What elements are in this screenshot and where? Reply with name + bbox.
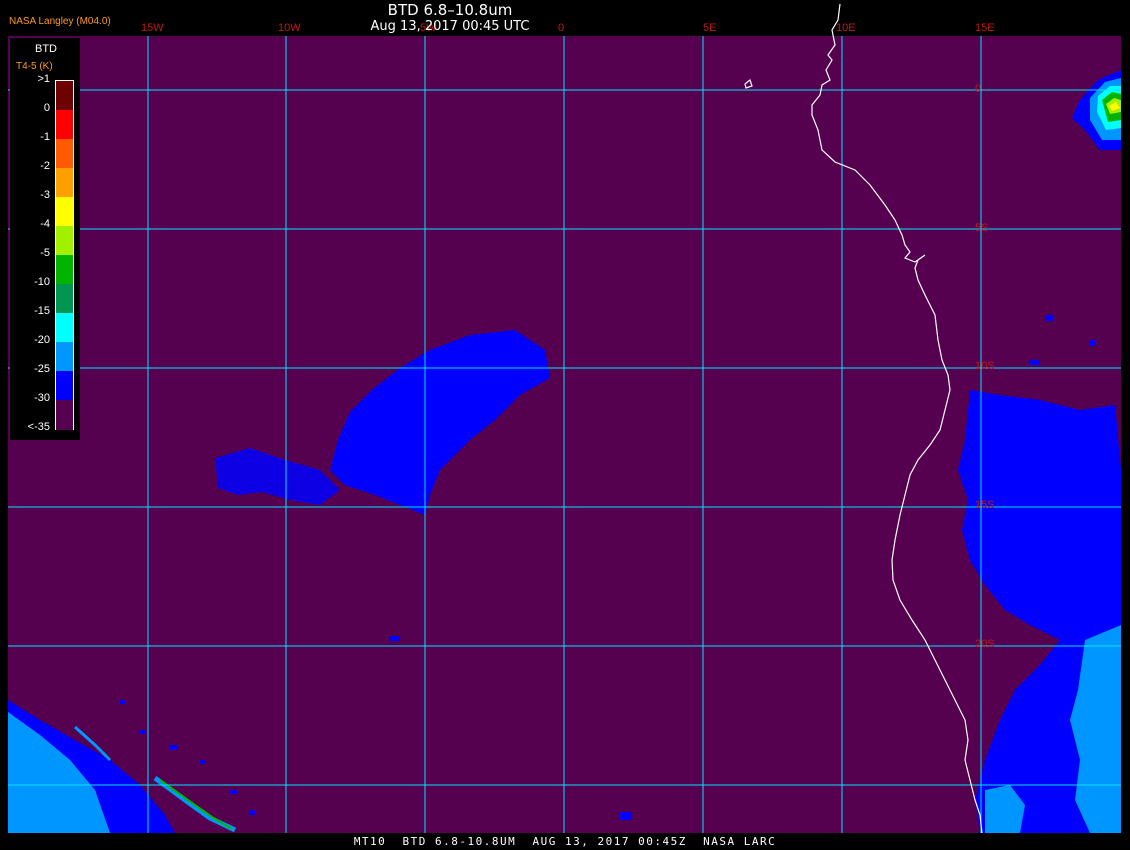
legend-swatch: [56, 284, 73, 314]
legend-swatch: [56, 255, 73, 285]
btd-map[interactable]: [0, 0, 1130, 850]
legend-tick-label: -30: [34, 392, 50, 404]
legend-tick-label: -25: [34, 363, 50, 375]
legend-swatch: [56, 313, 73, 343]
legend-tick-label: -20: [34, 334, 50, 346]
lat-label-15s: 15S: [975, 499, 995, 511]
legend-swatch: [56, 110, 73, 140]
product-title: BTD 6.8–10.8um: [387, 1, 513, 19]
legend-tick-label: -4: [40, 218, 50, 230]
legend-tick-label: <-35: [27, 421, 50, 433]
legend-tick-label: -2: [40, 160, 50, 172]
legend-tick-label: -15: [34, 305, 50, 317]
legend-swatch: [56, 81, 73, 111]
lon-label-15e: 15E: [975, 22, 995, 34]
legend-subtitle: T4-5 (K): [16, 61, 53, 72]
legend-tick-label: -5: [40, 247, 50, 259]
footer-caption: MT10 BTD 6.8-10.8UM AUG 13, 2017 00:45Z …: [353, 835, 777, 848]
legend-tick-label: >1: [37, 73, 50, 85]
lat-label-20s: 20S: [975, 638, 995, 650]
legend-swatch: [56, 139, 73, 169]
lat-label-10s: 10S: [975, 360, 995, 372]
legend-swatch: [56, 197, 73, 227]
legend-tick-label: -3: [40, 189, 50, 201]
producer-label: NASA Langley (M04.0): [9, 16, 111, 27]
satellite-image-viewer: 15W 10W 5W 0 5E 10E 15E 0 5S 10S 15S 20S…: [0, 0, 1130, 850]
legend-swatch: [56, 168, 73, 198]
legend-colorbar: [55, 80, 74, 430]
legend-tick-label: -1: [40, 131, 50, 143]
lat-label-5s: 5S: [975, 222, 989, 234]
legend-swatch: [56, 226, 73, 256]
legend-title: BTD: [35, 43, 57, 55]
observation-datetime: Aug 13, 2017 00:45 UTC: [370, 19, 530, 34]
color-legend: BTD T4-5 (K) >1 0 -1 -2 -3 -4 -5 -10 -15 -20 -25 -3…: [10, 38, 80, 440]
lat-label-0: 0: [975, 83, 982, 95]
legend-swatch: [56, 400, 73, 430]
legend-swatch: [56, 371, 73, 401]
legend-tick-label: 0: [43, 102, 50, 114]
legend-swatch: [56, 342, 73, 372]
legend-tick-label: -10: [34, 276, 50, 288]
